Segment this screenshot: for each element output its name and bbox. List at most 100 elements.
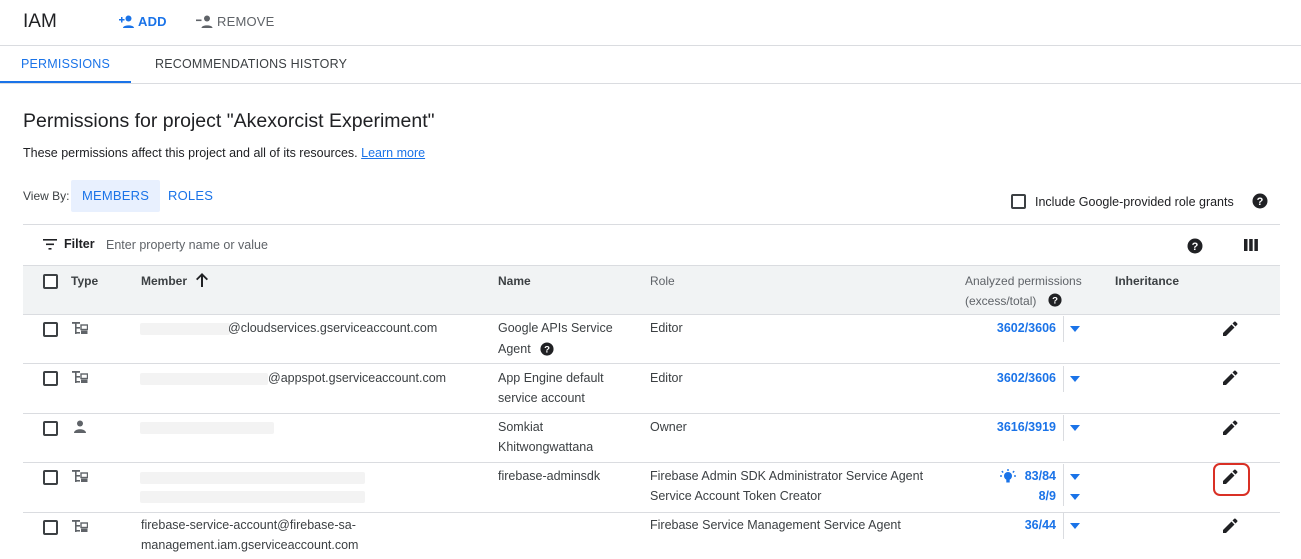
analyzed-permissions-value[interactable]: 3616/3919 [997,420,1056,434]
edit-pencil-icon[interactable] [1222,321,1238,337]
chevron-down-icon[interactable] [1070,494,1080,500]
chevron-down-icon[interactable] [1070,523,1080,529]
page-subtitle: These permissions affect this project an… [23,146,425,160]
include-google-grants-label: Include Google-provided role grants [1035,194,1234,209]
add-button[interactable]: ADD [116,14,167,29]
select-all-checkbox[interactable] [43,274,58,289]
chevron-down-icon[interactable] [1070,326,1080,332]
filter-bar: Filter ? [23,224,1280,266]
filter-label: Filter [64,237,95,251]
person-icon [74,420,86,433]
svg-text:?: ? [1192,241,1199,253]
table-row: @appspot.gserviceaccount.com App Engine … [23,364,1280,414]
help-icon[interactable]: ? [1252,193,1268,209]
column-analyzed-permissions: Analyzed permissions [965,274,1082,288]
filter-input[interactable] [106,233,706,257]
row-checkbox[interactable] [43,421,58,436]
redacted-member-line2 [140,491,365,503]
page-title: Permissions for project "Akexorcist Expe… [23,110,435,132]
service-account-icon [72,520,88,532]
permission-divider [1063,486,1064,506]
edit-pencil-icon[interactable] [1222,469,1238,485]
row-checkbox[interactable] [43,371,58,386]
table-row: @cloudservices.gserviceaccount.com Googl… [23,315,1280,364]
table-help-icon[interactable]: ? [1187,238,1203,254]
subtitle-text: These permissions affect this project an… [23,146,358,160]
edit-pencil-icon[interactable] [1222,518,1238,534]
member-name-line2: service account [498,391,585,405]
member-email-line2: management.iam.gserviceaccount.com [141,538,359,552]
add-person-icon [119,15,134,28]
column-analyzed-permissions-sub: (excess/total) [965,294,1037,308]
sort-arrow-up-icon[interactable] [196,273,208,287]
member-name: Google APIs Service [498,321,613,335]
learn-more-link[interactable]: Learn more [361,146,425,160]
table-header: Type Member Name Role Analyzed permissio… [23,266,1280,315]
edit-pencil-icon[interactable] [1222,370,1238,386]
view-by-roles-button[interactable]: ROLES [157,180,224,212]
permission-divider [1063,415,1064,441]
row-checkbox[interactable] [43,322,58,337]
member-name: App Engine default [498,371,604,385]
add-label: ADD [138,14,167,29]
redacted-member-prefix [140,323,230,335]
analyzed-permissions-value[interactable]: 83/84 [1025,469,1056,483]
tab-permissions[interactable]: PERMISSIONS [0,46,131,83]
redacted-member [140,422,274,434]
top-bar: IAM ADD REMOVE [0,0,1301,46]
column-type: Type [71,274,99,288]
column-inheritance: Inheritance [1115,274,1180,288]
member-email: @appspot.gserviceaccount.com [268,371,447,385]
table-row: firebase-service-account@firebase-sa- ma… [23,513,1280,559]
member-name: Somkiat [498,420,544,434]
table-row: Somkiat Khitwongwattana Owner 3616/3919 [23,414,1280,463]
redacted-member [140,472,365,484]
column-role: Role [650,274,675,288]
service-account-icon [72,470,88,482]
member-role: Firebase Admin SDK Administrator Service… [650,469,924,483]
analyzed-help-icon[interactable]: ? [1048,293,1062,307]
svg-text:?: ? [1257,196,1264,208]
remove-person-icon [196,15,213,28]
redacted-member-prefix [140,373,268,385]
svg-text:?: ? [544,345,550,356]
row-checkbox[interactable] [43,520,58,535]
row-checkbox[interactable] [43,470,58,485]
tab-recommendations-history[interactable]: RECOMMENDATIONS HISTORY [155,46,347,83]
remove-label: REMOVE [217,14,275,29]
service-account-icon [72,322,88,334]
analyzed-permissions-value[interactable]: 3602/3606 [997,321,1056,335]
column-display-icon[interactable] [1244,238,1258,252]
lightbulb-icon[interactable] [1000,469,1016,485]
view-by-members-button[interactable]: MEMBERS [71,180,161,212]
table-row: firebase-adminsdk Firebase Admin SDK Adm… [23,463,1280,513]
permission-divider [1063,366,1064,392]
chevron-down-icon[interactable] [1070,474,1080,480]
edit-pencil-icon[interactable] [1222,420,1238,436]
svg-text:?: ? [1052,296,1058,307]
filter-icon [43,239,57,250]
view-by-label: View By: [23,189,70,203]
include-google-grants-checkbox[interactable] [1011,194,1026,209]
member-email: @cloudservices.gserviceaccount.com [228,321,438,335]
member-role: Editor [650,371,683,385]
column-name: Name [498,274,531,288]
member-name-line2: Agent [498,342,531,356]
member-role: Editor [650,321,683,335]
column-member[interactable]: Member [141,274,187,288]
member-role: Firebase Service Management Service Agen… [650,518,901,532]
chevron-down-icon[interactable] [1070,425,1080,431]
analyzed-permissions-value-2[interactable]: 8/9 [1039,489,1056,503]
service-account-icon [72,371,88,383]
member-role: Owner [650,420,687,434]
analyzed-permissions-value[interactable]: 36/44 [1025,518,1056,532]
member-role-2: Service Account Token Creator [650,489,822,503]
remove-button[interactable]: REMOVE [195,14,275,29]
analyzed-permissions-value[interactable]: 3602/3606 [997,371,1056,385]
include-google-grants: Include Google-provided role grants [1011,194,1234,209]
permission-divider [1063,513,1064,539]
permission-divider [1063,316,1064,342]
name-help-icon[interactable]: ? [540,342,554,356]
member-name-line2: Khitwongwattana [498,440,594,454]
chevron-down-icon[interactable] [1070,376,1080,382]
